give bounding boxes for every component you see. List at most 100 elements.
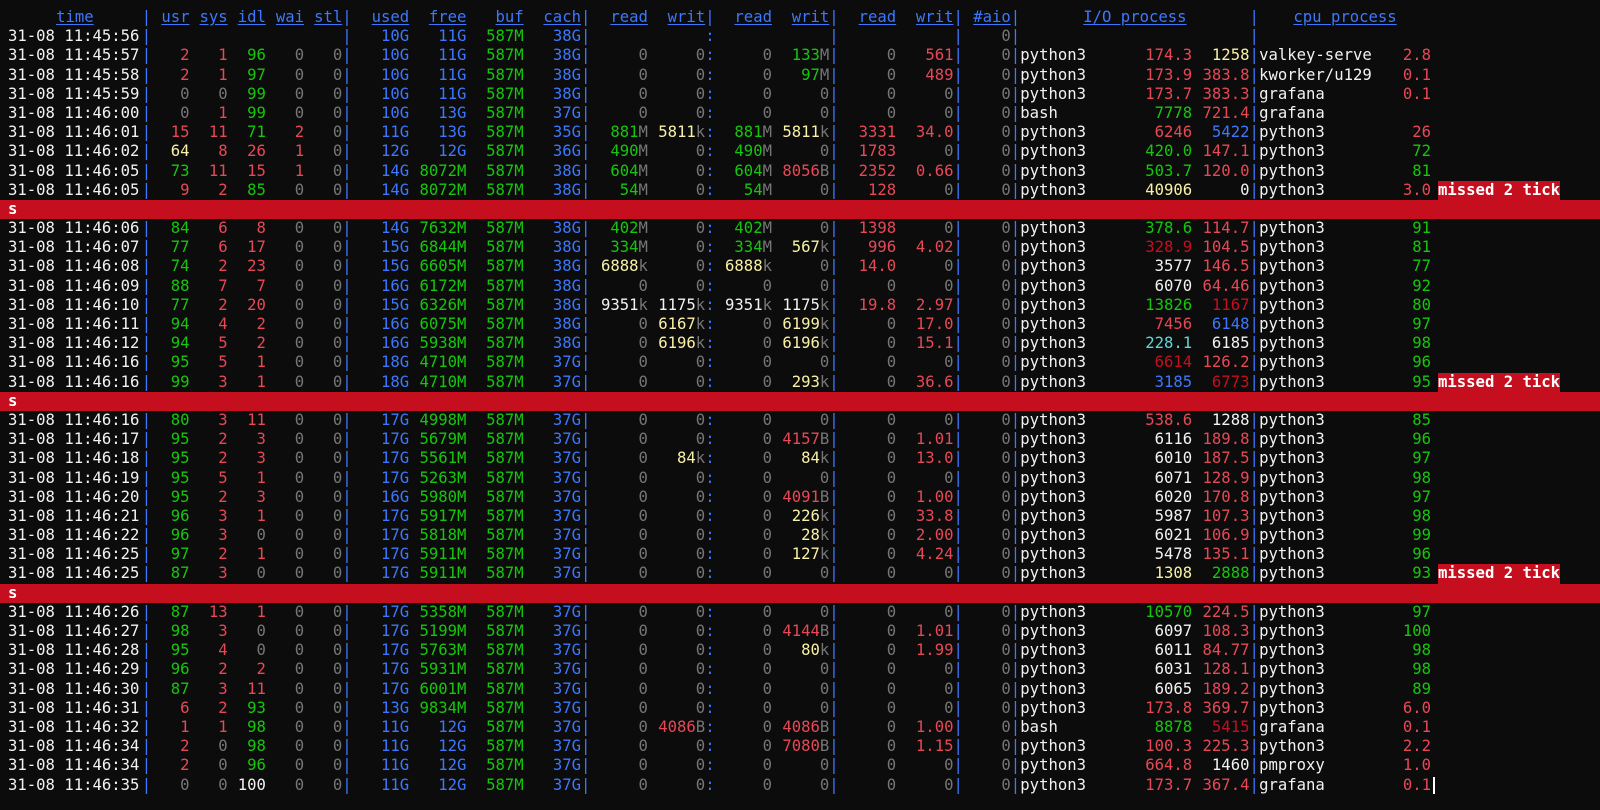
idl: 1 bbox=[256, 468, 266, 487]
column-separator: | bbox=[829, 276, 839, 295]
idl: 1 bbox=[256, 545, 266, 564]
aio: 0 bbox=[1001, 660, 1011, 679]
sep: : bbox=[705, 257, 715, 276]
used: 10G bbox=[381, 46, 410, 65]
sep: : bbox=[705, 334, 715, 353]
terminal-window[interactable]: { "colors": { "background": "#0c0c0c", "… bbox=[0, 0, 1600, 810]
cp_v: 2.8 bbox=[1402, 46, 1431, 65]
stat-row: 31-08 11:46:20 95 2 3 0 0 16G 5980M 587M 37G 0 0:0 4… bbox=[8, 488, 1600, 507]
iop_r: 173.9 bbox=[1145, 65, 1193, 84]
cp_v: 0.1 bbox=[1402, 717, 1431, 736]
dr: 0 bbox=[638, 103, 648, 122]
sys: 8 bbox=[218, 142, 228, 161]
ar: 0 bbox=[886, 679, 897, 698]
column-separator: | bbox=[829, 123, 839, 142]
column-separator: | bbox=[953, 564, 963, 583]
header-time: time bbox=[56, 8, 94, 26]
cp_v: 98 bbox=[1412, 468, 1431, 487]
stat-row: 31-08 11:46:07 77 6 17 0 0 15G 6844M 587M 38G 334M… bbox=[8, 238, 1600, 257]
iw: 6196k bbox=[782, 334, 830, 353]
cp_v: 3.0 bbox=[1402, 180, 1431, 199]
iw: 28k bbox=[801, 526, 830, 545]
idl: 71 bbox=[247, 123, 266, 142]
wai: 0 bbox=[294, 737, 305, 756]
column-separator: | bbox=[581, 698, 591, 717]
iop: python3 bbox=[1020, 506, 1087, 525]
column-separator: | bbox=[581, 123, 591, 142]
iw: 567k bbox=[791, 238, 830, 257]
dw: 0 bbox=[695, 219, 706, 238]
wai: 0 bbox=[294, 46, 305, 65]
stl: 0 bbox=[332, 487, 343, 506]
cp: python3 bbox=[1259, 564, 1325, 583]
column-separator: | bbox=[141, 775, 152, 794]
aio: 0 bbox=[1001, 65, 1011, 84]
aio: 0 bbox=[1001, 257, 1011, 276]
ir: 0 bbox=[762, 468, 772, 487]
column-separator: | bbox=[829, 315, 839, 333]
iop_r: 13826 bbox=[1145, 295, 1193, 314]
dr: 0 bbox=[638, 660, 648, 679]
column-separator: | bbox=[581, 775, 591, 794]
aw: 0 bbox=[944, 660, 954, 679]
cp_v: 97 bbox=[1412, 449, 1431, 468]
idl: 1 bbox=[256, 353, 266, 372]
ar: 0 bbox=[886, 660, 897, 679]
stl: 0 bbox=[332, 545, 343, 564]
column-separator: | bbox=[141, 756, 152, 775]
time: 31-08 11:46:30 bbox=[8, 679, 140, 698]
dr: 0 bbox=[638, 679, 648, 698]
sys: 5 bbox=[218, 334, 228, 353]
ir: 0 bbox=[762, 679, 772, 698]
buf: 587M bbox=[486, 65, 524, 84]
cp: python3 bbox=[1259, 142, 1325, 161]
column-separator: | bbox=[342, 142, 352, 161]
iop_r: 100.3 bbox=[1145, 737, 1193, 756]
ir: 0 bbox=[762, 84, 772, 103]
buf: 587M bbox=[486, 506, 524, 525]
stl: 0 bbox=[332, 84, 343, 103]
ar: 0 bbox=[886, 622, 897, 640]
column-separator: | bbox=[1010, 468, 1021, 487]
column-separator: | bbox=[1010, 238, 1021, 257]
iop_r: 6097 bbox=[1154, 622, 1193, 640]
iw: 4086B bbox=[782, 717, 830, 736]
cach: 38G bbox=[552, 295, 581, 314]
cp: python3 bbox=[1259, 641, 1325, 660]
idl: 20 bbox=[247, 295, 266, 314]
column-separator: | bbox=[1010, 123, 1021, 142]
dw: 0 bbox=[695, 238, 706, 257]
cach: 38G bbox=[552, 238, 581, 257]
iop_w: 6773 bbox=[1211, 372, 1250, 391]
sys: 0 bbox=[218, 84, 228, 103]
ir: 0 bbox=[762, 506, 772, 525]
stat-row: 31-08 11:46:34 2 0 98 0 0 11G 12G 587M 37G 0 0:0 708… bbox=[8, 737, 1600, 756]
time: 31-08 11:46:08 bbox=[8, 257, 140, 276]
column-separator: | bbox=[829, 641, 839, 660]
buf: 587M bbox=[486, 180, 524, 199]
column-separator: | bbox=[953, 315, 963, 333]
time: 31-08 11:45:58 bbox=[8, 65, 140, 84]
cp_v: 80 bbox=[1412, 295, 1431, 314]
column-separator: | bbox=[581, 180, 591, 199]
iop_w: 383.8 bbox=[1202, 65, 1250, 84]
time: 31-08 11:46:11 bbox=[8, 315, 140, 333]
iop_r: 6116 bbox=[1154, 430, 1193, 449]
usr: 77 bbox=[170, 295, 190, 314]
iop_r: 6065 bbox=[1154, 679, 1193, 698]
iw: 8056B bbox=[782, 161, 830, 180]
used: 17G bbox=[381, 660, 410, 679]
column-separator: | bbox=[581, 238, 591, 257]
stat-row: 31-08 11:46:31 6 2 93 0 0 13G 9834M 587M 37G 0 0:0 0… bbox=[8, 699, 1600, 718]
dr: 9351k bbox=[600, 295, 648, 314]
column-separator: | bbox=[342, 698, 352, 717]
column-separator: | bbox=[342, 372, 352, 391]
sys: 3 bbox=[218, 679, 228, 698]
idl: 3 bbox=[256, 449, 266, 468]
iop_r: 6071 bbox=[1154, 468, 1193, 487]
dw: 0 bbox=[695, 468, 706, 487]
column-separator: | bbox=[829, 142, 839, 161]
column-separator: | bbox=[342, 103, 352, 122]
usr: 15 bbox=[170, 123, 190, 142]
ar: 0 bbox=[886, 103, 897, 122]
